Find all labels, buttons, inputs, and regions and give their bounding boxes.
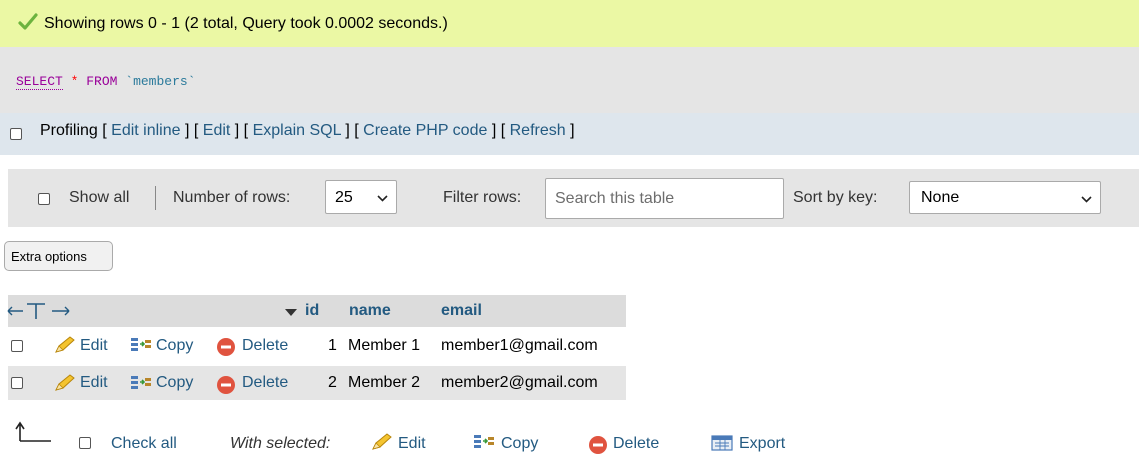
profiling-bar: Profiling [ Edit inline ] [ Edit ] [ Exp… <box>0 113 1139 155</box>
explain-sql-link[interactable]: Explain SQL <box>253 122 341 139</box>
footer-edit-button[interactable]: Edit <box>398 435 426 453</box>
sql-from-keyword: FROM <box>86 74 118 89</box>
number-of-rows-select[interactable]: 25 <box>325 180 397 214</box>
cell-name: Member 1 <box>348 337 421 354</box>
row-delete-link[interactable]: Delete <box>242 337 288 355</box>
extra-options-button[interactable]: Extra options <box>4 241 113 271</box>
row-checkbox[interactable] <box>11 377 23 389</box>
row-checkbox[interactable] <box>11 340 23 352</box>
pencil-icon[interactable] <box>54 374 76 392</box>
chevron-down-icon <box>1081 196 1092 203</box>
success-message-bar: Showing rows 0 - 1 (2 total, Query took … <box>0 0 1139 47</box>
delete-icon[interactable] <box>216 375 236 395</box>
row-copy-link[interactable]: Copy <box>156 337 193 355</box>
refresh-link[interactable]: Refresh <box>510 122 566 139</box>
sql-select-keyword[interactable]: SELECT <box>16 74 63 90</box>
sql-table-name: `members` <box>125 74 196 89</box>
sort-by-key-value: None <box>921 189 960 206</box>
create-php-code-link[interactable]: Create PHP code <box>363 122 487 139</box>
show-all-label[interactable]: Show all <box>69 189 129 207</box>
cell-name: Member 2 <box>348 374 421 391</box>
row-delete-link[interactable]: Delete <box>242 374 288 392</box>
profiling-checkbox[interactable] <box>10 128 22 140</box>
edit-inline-link[interactable]: Edit inline <box>111 122 180 139</box>
number-of-rows-value: 25 <box>335 189 353 206</box>
copy-icon[interactable] <box>130 336 152 354</box>
profiling-links: Profiling [ Edit inline ] [ Edit ] [ Exp… <box>40 122 575 139</box>
cell-email: member1@gmail.com <box>441 337 598 354</box>
delete-icon[interactable] <box>588 435 608 455</box>
edit-link[interactable]: Edit <box>203 122 231 139</box>
pencil-icon[interactable] <box>371 433 393 451</box>
cell-email: member2@gmail.com <box>441 374 598 391</box>
pencil-icon[interactable] <box>54 336 76 354</box>
cell-id: 1 <box>328 337 337 354</box>
with-selected-label: With selected: <box>230 435 331 452</box>
column-arrows-icon[interactable] <box>7 302 73 320</box>
check-all-label[interactable]: Check all <box>111 435 177 453</box>
sql-query-box: SELECT * FROM `members` <box>0 47 1139 113</box>
filter-rows-label: Filter rows: <box>443 189 522 206</box>
delete-icon[interactable] <box>216 337 236 357</box>
row-edit-link[interactable]: Edit <box>80 337 108 355</box>
success-message: Showing rows 0 - 1 (2 total, Query took … <box>44 15 448 32</box>
filter-rows-input[interactable]: Search this table <box>545 178 784 219</box>
footer-delete-button[interactable]: Delete <box>613 435 659 453</box>
footer-copy-button[interactable]: Copy <box>501 435 538 453</box>
sort-triangle-icon[interactable] <box>285 309 297 317</box>
divider <box>155 186 156 210</box>
arrow-up-left-icon <box>15 421 51 442</box>
show-all-checkbox[interactable] <box>38 193 50 205</box>
filter-rows-placeholder: Search this table <box>555 190 675 207</box>
sort-by-key-select[interactable]: None <box>909 181 1101 214</box>
number-of-rows-label: Number of rows: <box>173 189 291 206</box>
sql-query: SELECT * FROM `members` <box>16 74 196 90</box>
copy-icon[interactable] <box>130 374 152 392</box>
profiling-label: Profiling <box>40 122 98 139</box>
copy-icon[interactable] <box>473 433 495 451</box>
column-header-id[interactable]: id <box>305 302 319 320</box>
row-copy-link[interactable]: Copy <box>156 374 193 392</box>
footer-export-button[interactable]: Export <box>739 435 785 453</box>
export-icon[interactable] <box>711 434 733 452</box>
sql-star: * <box>70 74 79 89</box>
column-header-name[interactable]: name <box>349 302 391 320</box>
checkmark-icon <box>18 13 38 30</box>
check-all-checkbox[interactable] <box>79 437 91 449</box>
cell-id: 2 <box>328 374 337 391</box>
chevron-down-icon <box>377 195 388 202</box>
sort-by-key-label: Sort by key: <box>793 189 878 206</box>
column-header-email[interactable]: email <box>441 302 482 320</box>
row-edit-link[interactable]: Edit <box>80 374 108 392</box>
